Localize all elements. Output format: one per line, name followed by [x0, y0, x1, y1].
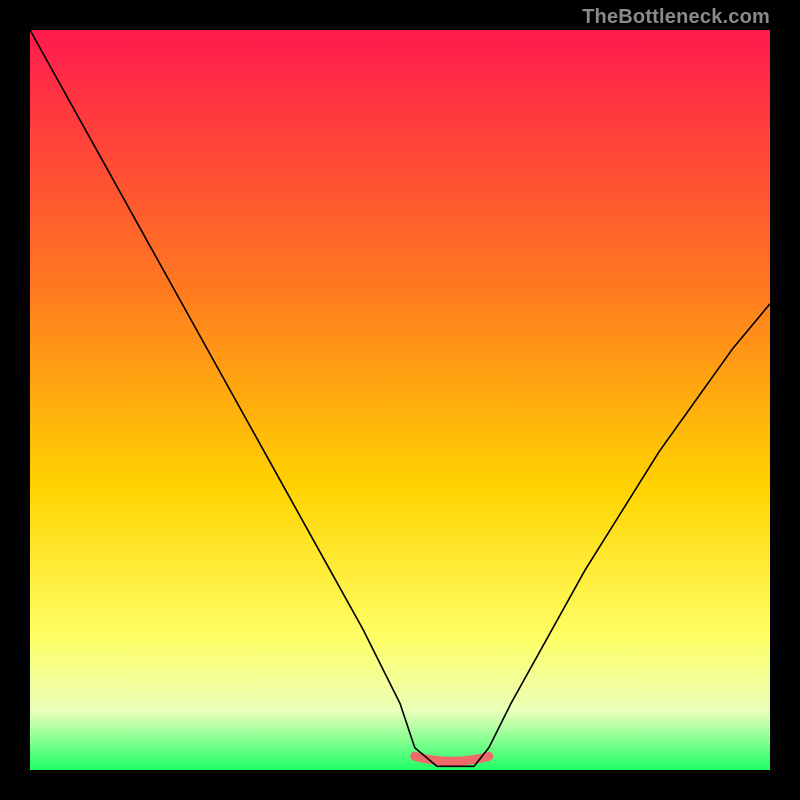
watermark-text: TheBottleneck.com [582, 6, 770, 29]
curve-layer [30, 30, 770, 770]
plot-area [30, 30, 770, 770]
chart-frame: TheBottleneck.com [0, 0, 800, 800]
bottleneck-curve [30, 30, 770, 766]
